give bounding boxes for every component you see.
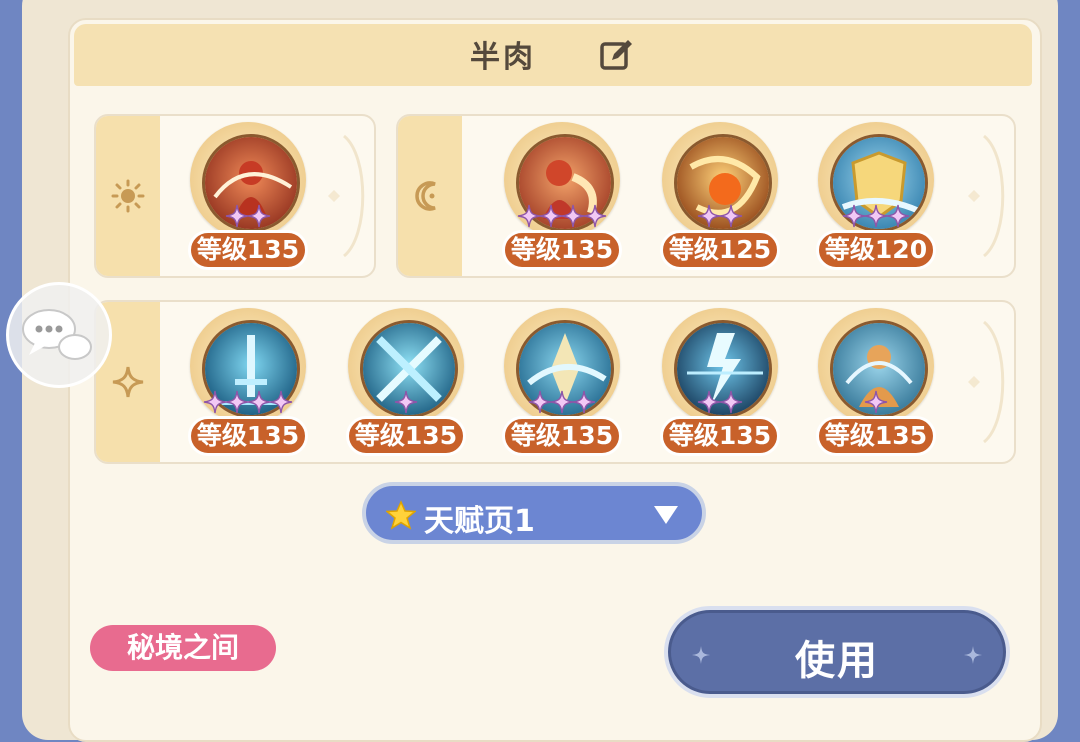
skill-slot[interactable]: 等级135 — [346, 306, 466, 466]
star-rank-icon — [528, 390, 552, 414]
star-rank-icon — [842, 204, 866, 228]
star-rank-icon — [697, 390, 721, 414]
chat-button[interactable] — [6, 282, 112, 388]
skill-slot[interactable]: 等级135 — [816, 306, 936, 466]
skill-level: 等级120 — [816, 230, 936, 270]
star-rank-icon — [247, 390, 271, 414]
mode-badge: 秘境之间 — [90, 625, 276, 671]
star-rank-icon — [225, 204, 249, 228]
star-rank-icon — [583, 204, 607, 228]
skill-stars — [188, 204, 308, 230]
ornament — [968, 134, 1005, 258]
star-icon — [386, 500, 416, 530]
skill-level: 等级135 — [188, 416, 308, 456]
sparkle-icon — [112, 366, 144, 398]
loadout-title: 半肉 — [470, 40, 536, 75]
skill-stars — [816, 390, 936, 416]
skill-stars — [188, 390, 308, 416]
skill-slot[interactable]: 等级125 — [660, 120, 780, 280]
skill-slot[interactable]: 等级135 — [502, 306, 622, 466]
star-rank-icon — [864, 204, 888, 228]
skill-level: 等级135 — [188, 230, 308, 270]
star-rank-icon — [203, 390, 227, 414]
ornament — [328, 134, 365, 258]
star-rank-icon — [225, 390, 249, 414]
star-rank-icon — [394, 390, 418, 414]
skill-stars — [502, 390, 622, 416]
skill-slot[interactable]: 等级120 — [816, 120, 936, 280]
skill-level: 等级135 — [816, 416, 936, 456]
talent-page-label: 天赋页1 — [424, 504, 535, 539]
use-button[interactable]: 使用 — [664, 606, 1010, 698]
star-rank-icon — [539, 204, 563, 228]
moon-icon — [415, 181, 436, 211]
star-rank-icon — [517, 204, 541, 228]
use-button-label: 使用 — [795, 638, 879, 684]
chat-bubble-icon — [22, 309, 92, 360]
skill-stars — [816, 204, 936, 230]
star-rank-icon — [719, 204, 743, 228]
star-rank-icon — [572, 390, 596, 414]
skill-level: 等级135 — [660, 416, 780, 456]
skill-slot[interactable]: 等级135 — [660, 306, 780, 466]
title-bar — [74, 24, 1032, 86]
ornament — [968, 320, 1005, 444]
skill-level: 等级135 — [346, 416, 466, 456]
skill-level: 等级135 — [502, 416, 622, 456]
skill-level: 等级135 — [502, 230, 622, 270]
skill-stars — [660, 390, 780, 416]
moon-tab — [398, 116, 462, 276]
talent-page-dropdown[interactable]: 天赋页1 — [362, 482, 706, 544]
skill-stars — [502, 204, 622, 230]
skill-slot[interactable]: 等级135 — [502, 120, 622, 280]
star-rank-icon — [719, 390, 743, 414]
skill-slot[interactable]: 等级135 — [188, 306, 308, 466]
star-rank-icon — [864, 390, 888, 414]
star-rank-icon — [886, 204, 910, 228]
triangle-down-icon — [654, 506, 678, 524]
skill-stars — [346, 390, 466, 416]
skill-level: 等级125 — [660, 230, 780, 270]
sun-icon — [111, 179, 145, 213]
skill-stars — [660, 204, 780, 230]
edit-icon[interactable] — [598, 36, 636, 74]
sparkle-icon — [964, 646, 982, 664]
star-rank-icon — [550, 390, 574, 414]
star-rank-icon — [247, 204, 271, 228]
star-rank-icon — [561, 204, 585, 228]
skill-slot[interactable]: 等级135 — [188, 120, 308, 280]
star-rank-icon — [697, 204, 721, 228]
sun-tab — [96, 116, 160, 276]
star-rank-icon — [269, 390, 293, 414]
